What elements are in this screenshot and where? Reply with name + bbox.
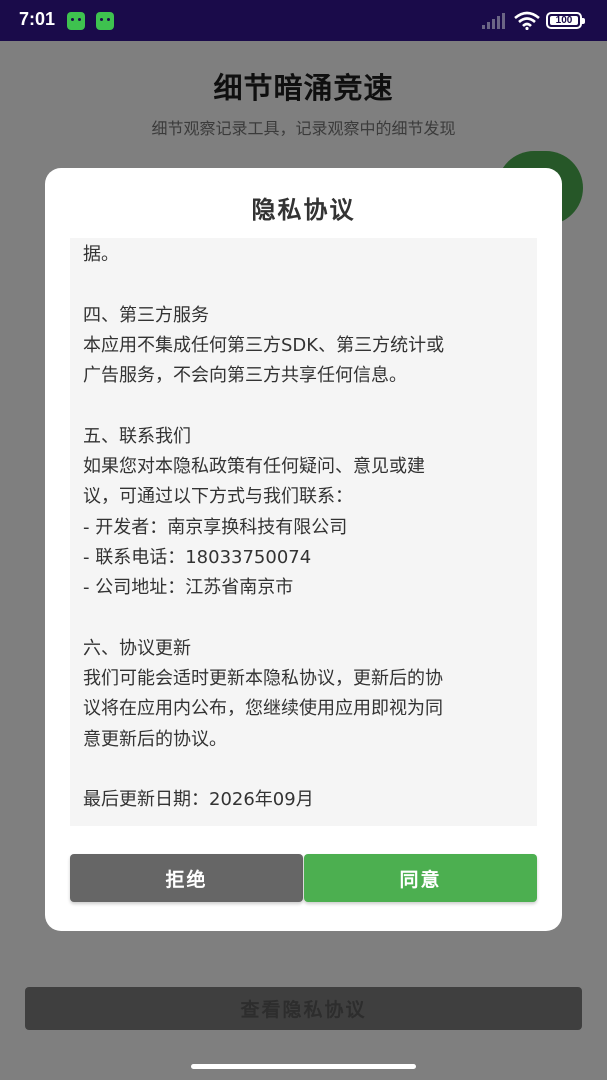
privacy-section-heading: 五、联系我们 xyxy=(83,425,191,447)
privacy-text-line: - 联系电话：18033750074 xyxy=(83,546,312,568)
privacy-content-scroll[interactable]: 据。 四、第三方服务 本应用不集成任何第三方SDK、第三方统计或 广告服务，不会… xyxy=(70,238,537,826)
privacy-text-line: - 公司地址：江苏省南京市 xyxy=(83,577,294,599)
battery-icon: 100 xyxy=(546,12,585,29)
privacy-text-line: 我们可能会适时更新本隐私协议，更新后的协 xyxy=(83,668,443,690)
privacy-last-updated: 最后更新日期：2026年09月 xyxy=(83,789,314,811)
privacy-text-line: 广告服务，不会向第三方共享任何信息。 xyxy=(83,365,407,387)
status-bar: 7:01 100 xyxy=(0,0,607,41)
privacy-section-heading: 四、第三方服务 xyxy=(83,304,209,326)
status-time: 7:01 xyxy=(19,9,56,29)
home-indicator[interactable] xyxy=(191,1064,416,1069)
privacy-text-line: 如果您对本隐私政策有任何疑问、意见或建 xyxy=(83,456,425,478)
agree-button[interactable]: 同意 xyxy=(304,854,537,902)
privacy-text-line: 议，可通过以下方式与我们联系： xyxy=(83,486,353,508)
privacy-text-line: 议将在应用内公布，您继续使用应用即视为同 xyxy=(83,698,443,720)
android-notification-icon xyxy=(67,12,85,30)
privacy-text-line xyxy=(83,270,528,300)
privacy-text-line xyxy=(83,755,528,785)
privacy-section-heading: 六、协议更新 xyxy=(83,637,191,659)
privacy-text-line: 意更新后的协议。 xyxy=(83,728,227,750)
privacy-text-line: 本应用不集成任何第三方SDK、第三方统计或 xyxy=(83,334,445,356)
privacy-dialog: 隐私协议 据。 四、第三方服务 本应用不集成任何第三方SDK、第三方统计或 广告… xyxy=(45,168,562,931)
privacy-text: 据。 四、第三方服务 本应用不集成任何第三方SDK、第三方统计或 广告服务，不会… xyxy=(83,240,528,816)
privacy-text-line xyxy=(83,604,528,634)
dialog-title: 隐私协议 xyxy=(251,196,356,224)
signal-icon xyxy=(482,13,505,29)
battery-level: 100 xyxy=(550,16,578,26)
privacy-text-line: 据。 xyxy=(83,244,119,265)
wifi-icon xyxy=(514,11,540,30)
reject-button[interactable]: 拒绝 xyxy=(70,854,303,902)
privacy-text-line xyxy=(83,391,528,421)
privacy-text-line: - 开发者：南京享换科技有限公司 xyxy=(83,516,348,538)
android-notification-icon xyxy=(96,12,114,30)
